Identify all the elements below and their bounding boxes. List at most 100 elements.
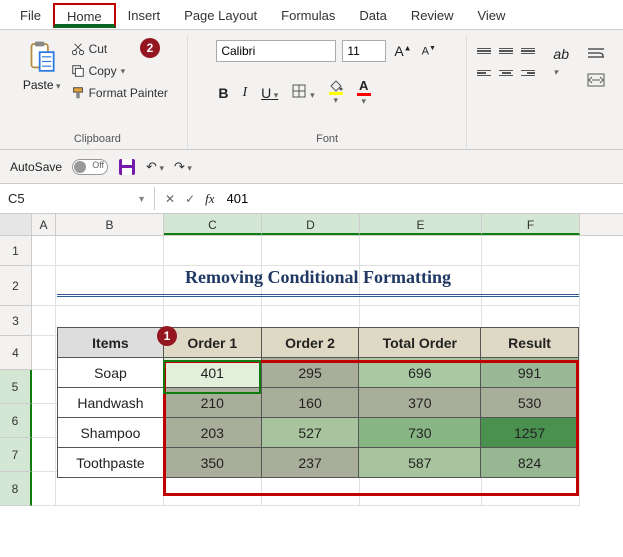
cell[interactable]: 210 (163, 388, 261, 418)
merge-icon (587, 73, 605, 87)
align-top-button[interactable] (475, 42, 493, 60)
accept-formula-button[interactable]: ✓ (185, 192, 195, 206)
cell[interactable]: 160 (261, 388, 359, 418)
borders-button[interactable] (290, 82, 316, 103)
cancel-formula-button[interactable]: ✕ (165, 192, 175, 206)
copy-button[interactable]: Copy (67, 62, 172, 80)
col-header-F[interactable]: F (482, 214, 580, 235)
bold-button[interactable]: B (216, 83, 230, 103)
row-header-1[interactable]: 1 (0, 236, 32, 266)
align-left-button[interactable] (475, 64, 493, 82)
autosave-toggle[interactable]: Off (72, 159, 108, 175)
cell[interactable]: 350 (163, 448, 261, 478)
tab-formulas[interactable]: Formulas (269, 4, 347, 29)
col-header-A[interactable]: A (32, 214, 56, 235)
table-header-row: Items Order 1 Order 2 Total Order Result (58, 328, 579, 358)
table-row: Handwash 210 160 370 530 (58, 388, 579, 418)
cell[interactable]: 203 (163, 418, 261, 448)
tab-file[interactable]: File (8, 4, 53, 29)
font-size-select[interactable] (342, 40, 386, 62)
tab-page-layout[interactable]: Page Layout (172, 4, 269, 29)
data-table: Items Order 1 Order 2 Total Order Result… (57, 327, 579, 478)
cell[interactable]: 401 (163, 358, 261, 388)
align-right-button[interactable] (519, 64, 537, 82)
ribbon-tabs: File Home Insert Page Layout Formulas Da… (0, 0, 623, 30)
clipboard-group-label: Clipboard (16, 131, 179, 149)
format-painter-button[interactable]: Format Painter (67, 84, 172, 102)
cell[interactable]: 370 (359, 388, 481, 418)
copy-icon (71, 64, 85, 78)
data-table-region: Removing Conditional Formatting 1 Items … (57, 261, 579, 478)
header-total[interactable]: Total Order (359, 328, 481, 358)
autosave-state: Off (92, 160, 104, 170)
underline-button[interactable]: U (259, 83, 280, 103)
cell[interactable]: 824 (481, 448, 579, 478)
fx-icon[interactable]: fx (205, 191, 214, 207)
cell[interactable]: 237 (261, 448, 359, 478)
group-font: A▲ A▼ B I U A Font (188, 36, 468, 149)
paste-label: Paste (23, 78, 61, 92)
cell[interactable]: 295 (261, 358, 359, 388)
font-color-letter: A (359, 78, 368, 93)
row-header-6[interactable]: 6 (0, 404, 32, 438)
col-header-E[interactable]: E (360, 214, 482, 235)
align-center-button[interactable] (497, 64, 515, 82)
italic-button[interactable]: I (240, 83, 249, 103)
cell-item[interactable]: Toothpaste (58, 448, 164, 478)
row-header-5[interactable]: 5 (0, 370, 32, 404)
tab-insert[interactable]: Insert (116, 4, 173, 29)
wrap-text-button[interactable] (585, 44, 607, 65)
cell[interactable]: 1257 (481, 418, 579, 448)
row-header-2[interactable]: 2 (0, 266, 32, 306)
font-group-label: Font (196, 131, 459, 149)
name-box[interactable]: C5 ▼ (0, 187, 155, 210)
cell[interactable]: 587 (359, 448, 481, 478)
col-header-D[interactable]: D (262, 214, 360, 235)
increase-font-button[interactable]: A▲ (392, 41, 413, 61)
table-row: Toothpaste 350 237 587 824 (58, 448, 579, 478)
autosave-label: AutoSave (10, 160, 62, 174)
cell-item[interactable]: Shampoo (58, 418, 164, 448)
cell[interactable]: 530 (481, 388, 579, 418)
tab-review[interactable]: Review (399, 4, 466, 29)
cell-reference: C5 (8, 191, 25, 206)
formula-input[interactable] (225, 189, 613, 208)
tab-data[interactable]: Data (347, 4, 398, 29)
cell[interactable]: 696 (359, 358, 481, 388)
align-bottom-button[interactable] (519, 42, 537, 60)
font-name-select[interactable] (216, 40, 336, 62)
wrap-icon (587, 46, 605, 60)
cell[interactable]: 991 (481, 358, 579, 388)
paintbrush-icon (71, 86, 85, 100)
header-result[interactable]: Result (481, 328, 579, 358)
align-middle-button[interactable] (497, 42, 515, 60)
orientation-button[interactable]: ab (551, 44, 571, 80)
col-header-C[interactable]: C (164, 214, 262, 235)
undo-button[interactable]: ↶ (146, 159, 164, 175)
col-header-B[interactable]: B (56, 214, 164, 235)
tab-view[interactable]: View (465, 4, 517, 29)
merge-button[interactable] (585, 71, 607, 92)
ribbon: 2 Paste Cut (0, 30, 623, 150)
row-header-3[interactable]: 3 (0, 306, 32, 336)
tab-home[interactable]: Home (53, 3, 116, 28)
header-items[interactable]: Items (58, 328, 164, 358)
table-row: Shampoo 203 527 730 1257 (58, 418, 579, 448)
cell[interactable]: 527 (261, 418, 359, 448)
redo-button[interactable]: ↷ (174, 159, 192, 175)
save-button[interactable] (118, 158, 136, 176)
paste-button[interactable]: Paste (23, 36, 61, 92)
row-header-4[interactable]: 4 (0, 336, 32, 370)
cell[interactable]: 730 (359, 418, 481, 448)
cell-item[interactable]: Handwash (58, 388, 164, 418)
font-color-button[interactable]: A (355, 76, 373, 109)
header-order1[interactable]: Order 1 (163, 328, 261, 358)
fill-color-button[interactable] (327, 78, 345, 108)
header-order2[interactable]: Order 2 (261, 328, 359, 358)
select-all-corner[interactable] (0, 214, 32, 235)
row-header-7[interactable]: 7 (0, 438, 32, 472)
badge-2: 2 (140, 38, 160, 58)
decrease-font-button[interactable]: A▼ (420, 43, 438, 60)
cell-item[interactable]: Soap (58, 358, 164, 388)
row-header-8[interactable]: 8 (0, 472, 32, 506)
